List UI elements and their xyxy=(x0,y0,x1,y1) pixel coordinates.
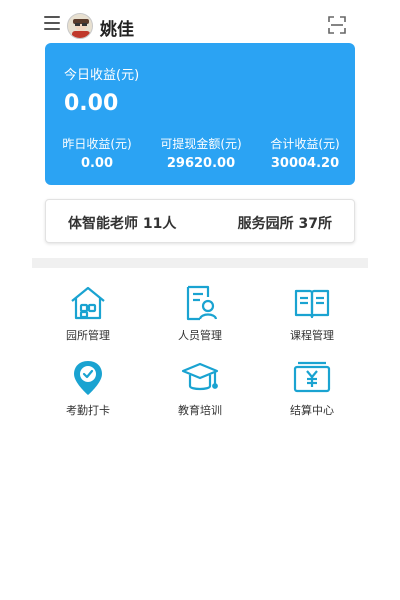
grid-item-settlement-center[interactable]: 结算中心 xyxy=(262,358,362,428)
attendance-checkin-icon xyxy=(68,358,108,398)
avatar[interactable] xyxy=(67,13,93,39)
grid-item-label: 结算中心 xyxy=(290,404,334,417)
staff-document-icon xyxy=(180,283,220,323)
stat-value: 0.00 xyxy=(80,156,114,171)
stat-label: 昨日收益(元) xyxy=(62,137,132,151)
summary-card: 体智能老师 11人 服务园所 37所 xyxy=(45,199,355,243)
grid-item-kindergarten-management[interactable]: 园所管理 xyxy=(38,283,138,353)
stat-label: 可提现金额(元) xyxy=(160,137,242,151)
withdrawable-amount-stat[interactable]: 可提现金额(元) 29620.00 xyxy=(158,135,244,171)
section-divider xyxy=(32,258,368,268)
grid-item-attendance[interactable]: 考勤打卡 xyxy=(38,358,138,428)
today-earnings-value: 0.00 xyxy=(64,91,119,116)
stat-value: 30004.20 xyxy=(270,156,340,171)
scan-icon[interactable] xyxy=(328,16,346,34)
username: 姚佳 xyxy=(100,20,134,40)
stat-label: 合计收益(元) xyxy=(270,137,340,151)
hamburger-menu-icon[interactable] xyxy=(44,16,60,30)
yesterday-earnings-stat: 昨日收益(元) 0.00 xyxy=(59,135,135,171)
grid-item-label: 教育培训 xyxy=(178,404,222,417)
grid-item-label: 考勤打卡 xyxy=(66,404,110,417)
earnings-card: 今日收益(元) 0.00 昨日收益(元) 0.00 可提现金额(元) 29620… xyxy=(45,43,355,185)
kindergarten-house-icon xyxy=(68,283,108,323)
top-header: 姚佳 xyxy=(0,0,400,44)
grid-item-staff-management[interactable]: 人员管理 xyxy=(150,283,250,353)
today-earnings-label: 今日收益(元) xyxy=(64,68,140,83)
total-earnings-stat: 合计收益(元) 30004.20 xyxy=(267,135,343,171)
graduation-cap-icon xyxy=(180,358,220,398)
course-book-icon xyxy=(292,283,332,323)
grid-item-label: 课程管理 xyxy=(290,329,334,342)
stat-value: 29620.00 xyxy=(166,156,236,171)
kindergarten-count[interactable]: 服务园所 37所 xyxy=(238,213,332,233)
settlement-yen-icon xyxy=(292,358,332,398)
grid-item-label: 人员管理 xyxy=(178,329,222,342)
teacher-count[interactable]: 体智能老师 11人 xyxy=(68,213,176,233)
grid-item-education-training[interactable]: 教育培训 xyxy=(150,358,250,428)
grid-item-label: 园所管理 xyxy=(66,329,110,342)
grid-item-course-management[interactable]: 课程管理 xyxy=(262,283,362,353)
